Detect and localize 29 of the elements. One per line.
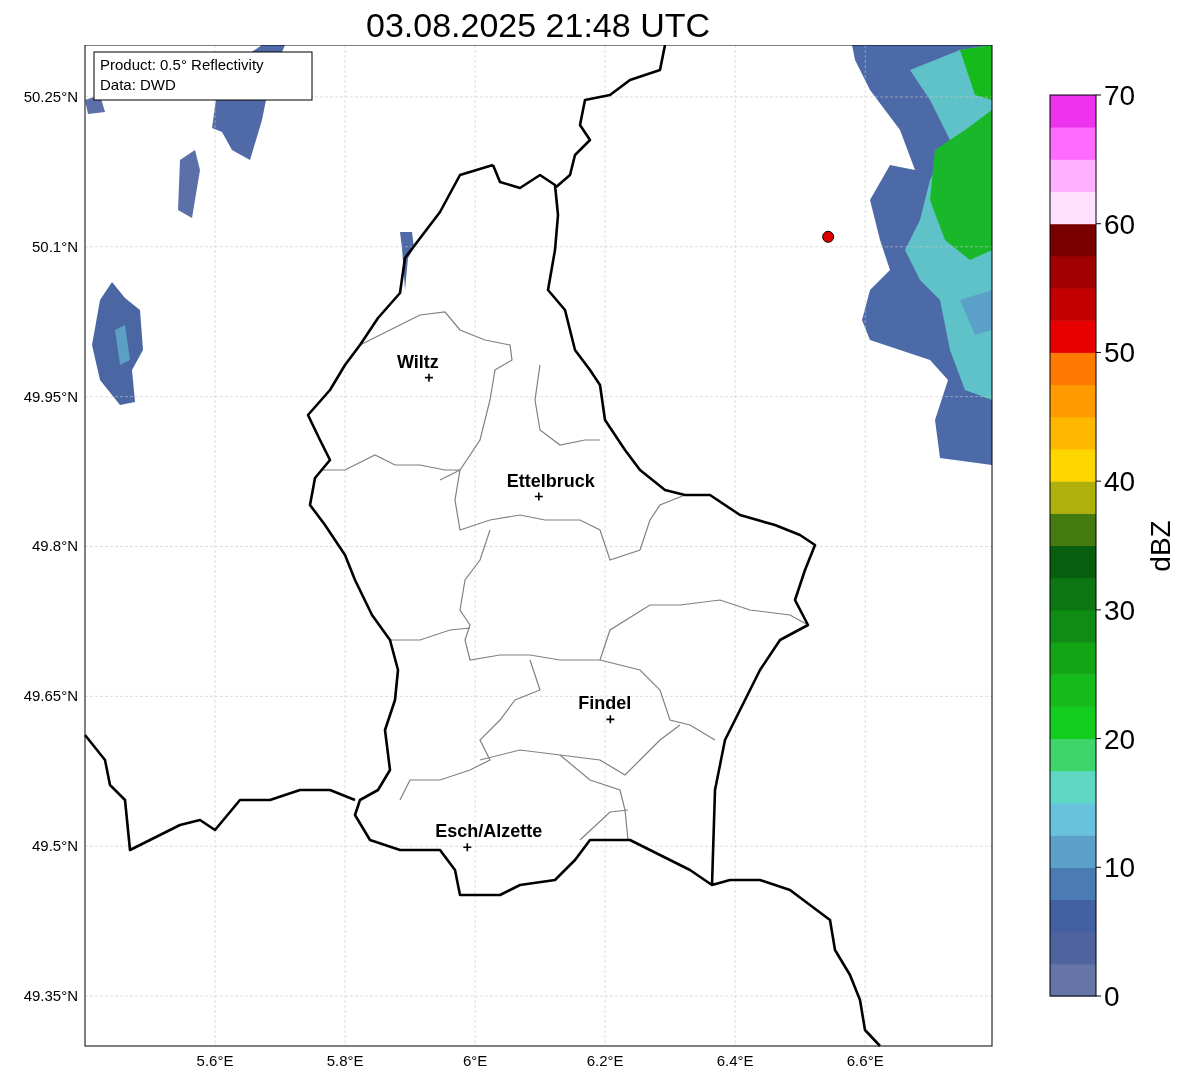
axis-tick-label: 6.2°E (586, 1052, 624, 1069)
info-text: Product: 0.5° Reflectivity (100, 56, 264, 73)
axis-tick-label: 5.8°E (326, 1052, 364, 1069)
axis-tick-label: 49.35°N (23, 987, 78, 1005)
colorbar-tick-label: 60 (1104, 208, 1136, 240)
axis-tick-label: 50.1°N (31, 237, 78, 255)
colorbar-tick-label: 50 (1104, 337, 1136, 369)
info-text: Data: DWD (100, 76, 176, 93)
colorbar-label: dBZ (1145, 520, 1176, 572)
city-label: Findel (578, 693, 632, 714)
colorbar-tick-label: 30 (1104, 594, 1136, 626)
map-title: 03.08.2025 21:48 UTC (365, 5, 711, 45)
axis-tick-label: 50.25°N (23, 87, 78, 105)
colorbar-tick-label: 70 (1104, 80, 1136, 111)
city-label: Ettelbruck (506, 470, 595, 491)
axis-tick-label: 6.6°E (846, 1052, 884, 1069)
colorbar-tick-label: 40 (1104, 466, 1136, 498)
axis-tick-label: 6.4°E (716, 1052, 754, 1069)
axis-tick-label: 5.6°E (196, 1052, 234, 1069)
city-label: Wiltz (396, 351, 439, 372)
colorbar-tick-label: 20 (1104, 723, 1136, 755)
colorbar-tick-label: 0 (1104, 981, 1120, 1012)
axis-tick-label: 49.8°N (31, 537, 78, 555)
axis-tick-label: 49.65°N (23, 687, 78, 705)
axis-tick-label: 6°E (462, 1052, 488, 1069)
city-label: Esch/Alzette (435, 821, 543, 842)
axis-tick-label: 49.5°N (31, 837, 78, 855)
axis-tick-label: 49.95°N (23, 387, 78, 405)
colorbar-tick-label: 10 (1104, 852, 1136, 884)
